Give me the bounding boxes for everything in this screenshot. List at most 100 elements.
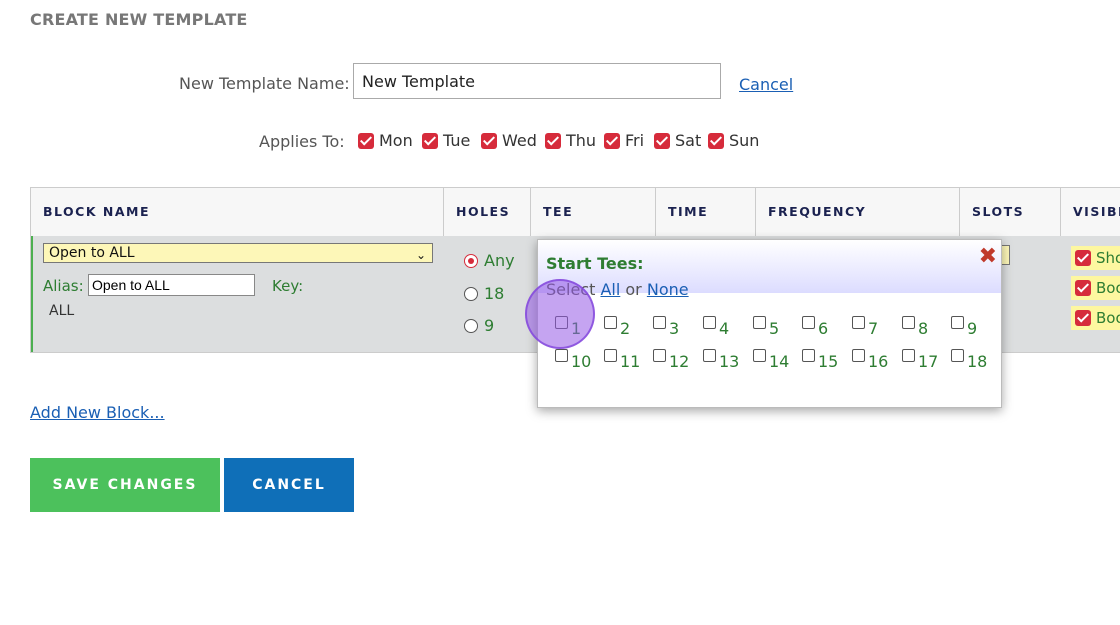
tee-checkbox-18[interactable]: 18: [951, 347, 987, 371]
radio-icon: [464, 318, 478, 333]
day-label: Fri: [625, 131, 645, 150]
col-block-name: BLOCK NAME: [43, 204, 150, 219]
template-name-input[interactable]: [353, 63, 721, 99]
chevron-down-icon: ⌄: [415, 248, 426, 262]
col-holes: HOLES: [443, 188, 530, 236]
checkbox-icon: [653, 349, 666, 362]
add-new-block-link[interactable]: Add New Block...: [30, 403, 165, 422]
tee-label: 13: [719, 352, 740, 371]
tee-label: 14: [769, 352, 790, 371]
tee-checkbox-8[interactable]: 8: [902, 314, 928, 338]
tee-label: 12: [669, 352, 690, 371]
checkbox-checked-icon: [545, 132, 561, 149]
tee-label: 17: [918, 352, 939, 371]
checkbox-icon: [852, 316, 865, 329]
select-all-link[interactable]: All: [600, 280, 620, 299]
checkbox-checked-icon: [358, 132, 374, 149]
tee-label: 6: [818, 319, 829, 338]
tee-checkbox-14[interactable]: 14: [753, 347, 789, 371]
block-name-select[interactable]: Open to ALL ⌄: [43, 243, 433, 263]
checkbox-checked-icon: [422, 132, 438, 149]
col-tee: TEE: [530, 188, 655, 236]
table-header: BLOCK NAME HOLES TEE TIME FREQUENCY SLOT…: [31, 188, 1120, 237]
tee-checkbox-17[interactable]: 17: [902, 347, 938, 371]
checkbox-checked-icon: [1075, 250, 1091, 266]
tee-label: 2: [620, 319, 631, 338]
day-checkbox-sat[interactable]: Sat: [654, 131, 701, 150]
checkbox-icon: [802, 316, 815, 329]
day-checkbox-fri[interactable]: Fri: [604, 131, 644, 150]
tee-checkbox-10[interactable]: 10: [555, 347, 591, 371]
tee-checkbox-15[interactable]: 15: [802, 347, 838, 371]
day-checkbox-mon[interactable]: Mon: [358, 131, 413, 150]
day-checkbox-tue[interactable]: Tue: [422, 131, 470, 150]
visibility-label: Boo: [1096, 309, 1120, 327]
day-label: Wed: [502, 131, 537, 150]
visibility-checkbox-book[interactable]: Boo: [1071, 276, 1120, 300]
template-name-label: New Template Name:: [179, 74, 350, 93]
checkbox-checked-icon: [708, 132, 724, 149]
checkbox-icon: [604, 349, 617, 362]
radio-selected-icon: [464, 253, 478, 268]
holes-radio-any[interactable]: Any: [464, 251, 515, 270]
cancel-button[interactable]: CANCEL: [224, 458, 354, 512]
checkbox-checked-icon: [604, 132, 620, 149]
select-prefix: Select: [546, 280, 596, 299]
day-checkbox-sun[interactable]: Sun: [708, 131, 759, 150]
checkbox-icon: [604, 316, 617, 329]
key-value: ALL: [49, 303, 75, 319]
checkbox-icon: [703, 316, 716, 329]
tee-label: 16: [868, 352, 889, 371]
block-select-value: Open to ALL: [49, 245, 135, 261]
tee-checkbox-1[interactable]: 1: [555, 314, 581, 338]
checkbox-icon: [703, 349, 716, 362]
tee-checkbox-6[interactable]: 6: [802, 314, 828, 338]
checkbox-icon: [852, 349, 865, 362]
col-time: TIME: [655, 188, 755, 236]
tee-checkbox-12[interactable]: 12: [653, 347, 689, 371]
holes-radio-9[interactable]: 9: [464, 316, 494, 335]
close-icon[interactable]: ✖: [979, 244, 997, 269]
applies-to-label: Applies To:: [259, 132, 345, 151]
holes-label: 18: [484, 284, 505, 303]
tee-label: 4: [719, 319, 730, 338]
select-or: or: [625, 280, 642, 299]
col-slots: SLOTS: [959, 188, 1060, 236]
tee-checkbox-4[interactable]: 4: [703, 314, 729, 338]
checkbox-icon: [902, 349, 915, 362]
checkbox-icon: [555, 316, 568, 329]
tee-checkbox-7[interactable]: 7: [852, 314, 878, 338]
day-label: Mon: [379, 131, 413, 150]
tee-label: 11: [620, 352, 641, 371]
checkbox-checked-icon: [1075, 310, 1091, 326]
checkbox-icon: [951, 349, 964, 362]
tee-checkbox-11[interactable]: 11: [604, 347, 640, 371]
radio-icon: [464, 286, 478, 301]
day-label: Sun: [729, 131, 760, 150]
visibility-checkbox-book-2[interactable]: Boo: [1071, 306, 1120, 330]
checkbox-icon: [951, 316, 964, 329]
tee-checkbox-9[interactable]: 9: [951, 314, 977, 338]
tee-checkbox-3[interactable]: 3: [653, 314, 679, 338]
day-label: Tue: [443, 131, 471, 150]
checkbox-checked-icon: [481, 132, 497, 149]
popup-title: Start Tees:: [546, 254, 644, 273]
key-label: Key:: [272, 277, 304, 295]
holes-label: Any: [484, 251, 515, 270]
checkbox-icon: [555, 349, 568, 362]
page-title: CREATE NEW TEMPLATE: [30, 10, 248, 29]
alias-input[interactable]: [88, 274, 255, 296]
tee-checkbox-5[interactable]: 5: [753, 314, 779, 338]
tee-checkbox-2[interactable]: 2: [604, 314, 630, 338]
select-none-link[interactable]: None: [647, 280, 689, 299]
select-all-none: Select All or None: [546, 280, 689, 299]
holes-radio-18[interactable]: 18: [464, 284, 504, 303]
cancel-link[interactable]: Cancel: [739, 75, 793, 94]
day-checkbox-thu[interactable]: Thu: [545, 131, 596, 150]
save-changes-button[interactable]: SAVE CHANGES: [30, 458, 220, 512]
tee-checkbox-13[interactable]: 13: [703, 347, 739, 371]
tee-checkbox-16[interactable]: 16: [852, 347, 888, 371]
holes-label: 9: [484, 316, 495, 335]
visibility-checkbox-show[interactable]: Sho: [1071, 246, 1120, 270]
day-checkbox-wed[interactable]: Wed: [481, 131, 537, 150]
